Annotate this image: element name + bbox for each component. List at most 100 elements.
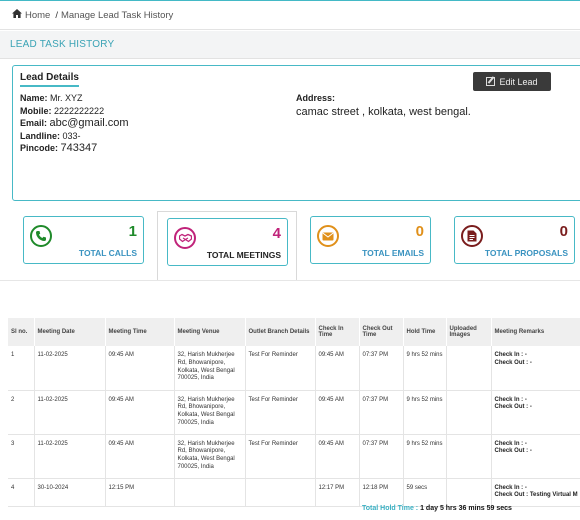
cell-sl: 3 xyxy=(8,434,35,478)
cell-check-in: 09:45 AM xyxy=(315,390,360,434)
page-title-bar: LEAD TASK HISTORY xyxy=(0,31,580,59)
cell-check-in: 09:45 AM xyxy=(315,346,360,390)
lead-details-heading: Lead Details xyxy=(20,72,79,87)
landline-value: 033- xyxy=(62,131,81,141)
cell-check-in: 09:45 AM xyxy=(315,434,360,478)
envelope-icon xyxy=(317,225,339,247)
col-header-check-in: Check In Time xyxy=(315,318,360,346)
document-icon xyxy=(461,225,483,247)
cell-remarks: Check In : - Check Out : Testing Virtual … xyxy=(491,478,580,506)
cell-date: 30-10-2024 xyxy=(34,478,106,506)
pincode-field: Pincode: 743347 xyxy=(20,142,97,154)
total-hold-time: Total Hold Time : 1 day 5 hrs 36 mins 59… xyxy=(362,505,512,512)
total-proposals-label: TOTAL PROPOSALS xyxy=(484,248,568,258)
email-field: Email: abc@gmail.com xyxy=(20,117,129,129)
tab-divider xyxy=(0,280,580,281)
cell-hold: 9 hrs 52 mins xyxy=(403,390,447,434)
col-header-check-out: Check Out Time xyxy=(359,318,404,346)
page-title: LEAD TASK HISTORY xyxy=(10,39,115,50)
cell-time: 12:15 PM xyxy=(105,478,175,506)
col-header-uploaded-images: Uploaded Images xyxy=(446,318,492,346)
total-emails-count: 0 xyxy=(415,223,424,240)
email-label: Email: xyxy=(20,118,48,128)
total-calls-count: 1 xyxy=(128,223,137,240)
home-icon[interactable] xyxy=(12,9,22,21)
total-meetings-count: 4 xyxy=(272,225,281,242)
cell-check-out: 07:37 PM xyxy=(359,434,404,478)
tab-total-calls[interactable]: 1 TOTAL CALLS xyxy=(23,216,144,264)
cell-time: 09:45 AM xyxy=(105,434,175,478)
remark-check-in: Check In : - xyxy=(494,484,527,491)
name-label: Name: xyxy=(20,93,48,103)
meetings-table-container: Sl no. Meeting Date Meeting Time Meeting… xyxy=(8,318,580,507)
name-field: Name: Mr. XYZ xyxy=(20,93,83,103)
table-row: 1 11-02-2025 09:45 AM 32, Harish Mukherj… xyxy=(8,346,580,390)
page: Home / Manage Lead Task History LEAD TAS… xyxy=(0,0,580,520)
cell-sl: 4 xyxy=(8,478,35,506)
cell-outlet: Test For Reminder xyxy=(245,434,316,478)
mobile-value: 2222222222 xyxy=(54,106,105,116)
total-meetings-label: TOTAL MEETINGS xyxy=(206,250,281,260)
cell-time: 09:45 AM xyxy=(105,346,175,390)
cell-date: 11-02-2025 xyxy=(34,390,106,434)
remark-check-in: Check In : - xyxy=(494,352,527,358)
breadcrumb-separator: / xyxy=(55,9,58,21)
remark-check-in: Check In : - xyxy=(494,396,527,403)
cell-venue: 32, Harish Mukherjee Rd, Bhowanipore, Ko… xyxy=(174,434,246,478)
cell-images xyxy=(446,390,492,434)
remark-check-out: Check Out : - xyxy=(494,448,532,455)
address-label: Address: xyxy=(296,93,336,103)
cell-hold: 9 hrs 52 mins xyxy=(403,434,447,478)
total-hold-value: 1 day 5 hrs 36 mins 59 secs xyxy=(420,505,512,512)
col-header-hold-time: Hold Time xyxy=(403,318,447,346)
cell-sl: 2 xyxy=(8,390,35,434)
meetings-table: Sl no. Meeting Date Meeting Time Meeting… xyxy=(8,318,580,507)
edit-lead-label: Edit Lead xyxy=(499,76,538,87)
tab-total-proposals[interactable]: 0 TOTAL PROPOSALS xyxy=(454,216,575,264)
remark-check-in: Check In : - xyxy=(494,440,527,447)
cell-date: 11-02-2025 xyxy=(34,434,106,478)
remark-check-out: Check Out : - xyxy=(494,404,532,411)
cell-remarks: Check In : - Check Out : - xyxy=(491,390,580,434)
cell-check-out: 12:18 PM xyxy=(359,478,404,506)
handshake-icon xyxy=(174,227,196,249)
table-row: 4 30-10-2024 12:15 PM 12:17 PM 12:18 PM … xyxy=(8,478,580,506)
remark-check-out: Check Out : Testing Virtual M xyxy=(494,492,578,499)
address-value: camac street , kolkata, west bengal. xyxy=(296,106,471,118)
cell-remarks: Check In : - Check Out : - xyxy=(491,434,580,478)
phone-icon xyxy=(30,225,52,247)
edit-icon xyxy=(486,77,496,86)
edit-lead-button[interactable]: Edit Lead xyxy=(473,72,551,91)
cell-venue: 32, Harish Mukherjee Rd, Bhowanipore, Ko… xyxy=(174,390,246,434)
cell-date: 11-02-2025 xyxy=(34,346,106,390)
email-value: abc@gmail.com xyxy=(49,117,129,129)
landline-field: Landline: 033- xyxy=(20,131,81,141)
cell-remarks: Check In : - Check Out : - xyxy=(491,346,580,390)
cell-hold: 59 secs xyxy=(403,478,447,506)
breadcrumb-home-link[interactable]: Home xyxy=(25,10,50,21)
landline-label: Landline: xyxy=(20,131,60,141)
total-hold-label: Total Hold Time : xyxy=(362,505,419,512)
cell-venue xyxy=(174,478,246,506)
col-header-meeting-venue: Meeting Venue xyxy=(174,318,246,346)
breadcrumb-current: Manage Lead Task History xyxy=(60,9,174,21)
cell-time: 09:45 AM xyxy=(105,390,175,434)
cell-outlet: Test For Reminder xyxy=(245,390,316,434)
name-value: Mr. XYZ xyxy=(50,93,83,103)
table-header-row: Sl no. Meeting Date Meeting Time Meeting… xyxy=(8,318,580,346)
table-row: 3 11-02-2025 09:45 AM 32, Harish Mukherj… xyxy=(8,434,580,478)
lead-details-card: Lead Details Name: Mr. XYZ Mobile: 22222… xyxy=(12,65,580,201)
cell-check-out: 07:37 PM xyxy=(359,346,404,390)
cell-venue: 32, Harish Mukherjee Rd, Bhowanipore, Ko… xyxy=(174,346,246,390)
col-header-meeting-date: Meeting Date xyxy=(34,318,106,346)
tab-total-meetings[interactable]: 4 TOTAL MEETINGS xyxy=(167,218,288,266)
breadcrumb: Home / Manage Lead Task History xyxy=(0,0,580,30)
cell-outlet: Test For Reminder xyxy=(245,346,316,390)
total-proposals-count: 0 xyxy=(559,223,568,240)
tab-total-emails[interactable]: 0 TOTAL EMAILS xyxy=(310,216,431,264)
mobile-label: Mobile: xyxy=(20,106,52,116)
mobile-field: Mobile: 2222222222 xyxy=(20,106,104,116)
col-header-meeting-remarks: Meeting Remarks xyxy=(491,318,580,346)
pincode-label: Pincode: xyxy=(20,143,59,153)
table-row: 2 11-02-2025 09:45 AM 32, Harish Mukherj… xyxy=(8,390,580,434)
